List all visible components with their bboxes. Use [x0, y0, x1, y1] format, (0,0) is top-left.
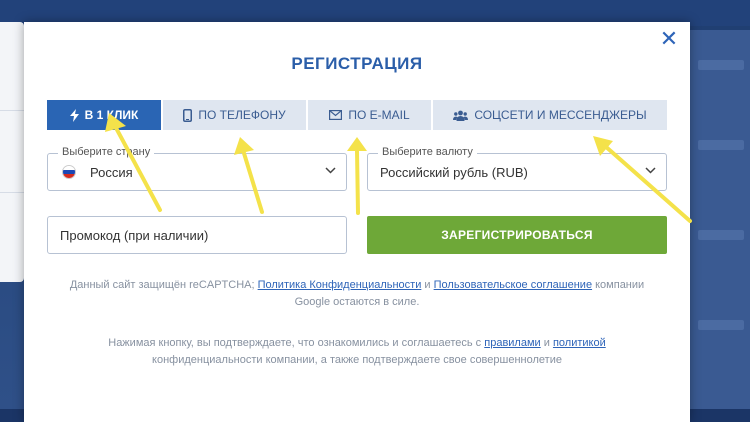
rules-link[interactable]: правилами — [484, 337, 540, 349]
recaptcha-text: Google остаются в силе. — [294, 296, 420, 308]
background-side — [690, 30, 750, 409]
tab-social[interactable]: СОЦСЕТИ И МЕССЕНДЖЕРЫ — [433, 100, 667, 130]
consent-text: и — [540, 337, 553, 349]
envelope-icon — [329, 110, 343, 120]
russia-flag-icon — [62, 165, 76, 179]
currency-value: Российский рубль (RUB) — [380, 165, 528, 180]
country-label: Выберите страну — [58, 146, 155, 158]
country-select[interactable]: Выберите страну Россия — [47, 146, 347, 191]
tab-label: В 1 КЛИК — [84, 108, 139, 122]
recaptcha-text: и — [421, 279, 434, 291]
background-panel — [0, 22, 24, 282]
tab-label: ПО ТЕЛЕФОНУ — [198, 108, 286, 122]
recaptcha-text: компании — [592, 279, 645, 291]
consent-text: конфиденциальности компании, а также под… — [152, 354, 562, 366]
close-icon[interactable]: ✕ — [658, 28, 680, 50]
registration-modal: ✕ РЕГИСТРАЦИЯ В 1 КЛИК ПО ТЕЛЕФОНУ ПО E-… — [24, 22, 690, 422]
lightning-icon — [69, 108, 79, 122]
registration-tabs: В 1 КЛИК ПО ТЕЛЕФОНУ ПО E-MAIL СОЦСЕТИ И… — [47, 100, 667, 130]
consent-text: Нажимая кнопку, вы подтверждаете, что оз… — [108, 337, 485, 349]
currency-label: Выберите валюту — [378, 146, 477, 158]
privacy-policy-link[interactable]: Политика Конфиденциальности — [258, 279, 422, 291]
modal-title: РЕГИСТРАЦИЯ — [291, 54, 423, 73]
phone-icon — [183, 108, 193, 122]
tab-email[interactable]: ПО E-MAIL — [308, 100, 433, 130]
register-button[interactable]: ЗАРЕГИСТРИРОВАТЬСЯ — [367, 216, 667, 254]
users-icon — [453, 110, 469, 121]
currency-select[interactable]: Выберите валюту Российский рубль (RUB) — [367, 146, 667, 191]
chevron-down-icon — [325, 167, 336, 174]
tab-one-click[interactable]: В 1 КЛИК — [47, 100, 163, 130]
recaptcha-notice: Данный сайт защищён reCAPTCHA; Политика … — [44, 277, 670, 311]
tab-label: СОЦСЕТИ И МЕССЕНДЖЕРЫ — [474, 108, 647, 122]
consent-notice: Нажимая кнопку, вы подтверждаете, что оз… — [44, 335, 670, 369]
recaptcha-text: Данный сайт защищён reCAPTCHA; — [69, 279, 258, 291]
chevron-down-icon — [645, 167, 656, 174]
tab-phone[interactable]: ПО ТЕЛЕФОНУ — [163, 100, 308, 130]
user-agreement-link[interactable]: Пользовательское соглашение — [434, 279, 592, 291]
promo-code-input[interactable]: Промокод (при наличии) — [47, 216, 347, 254]
country-value: Россия — [90, 165, 133, 180]
privacy-link[interactable]: политикой — [553, 337, 606, 349]
tab-label: ПО E-MAIL — [348, 108, 410, 122]
